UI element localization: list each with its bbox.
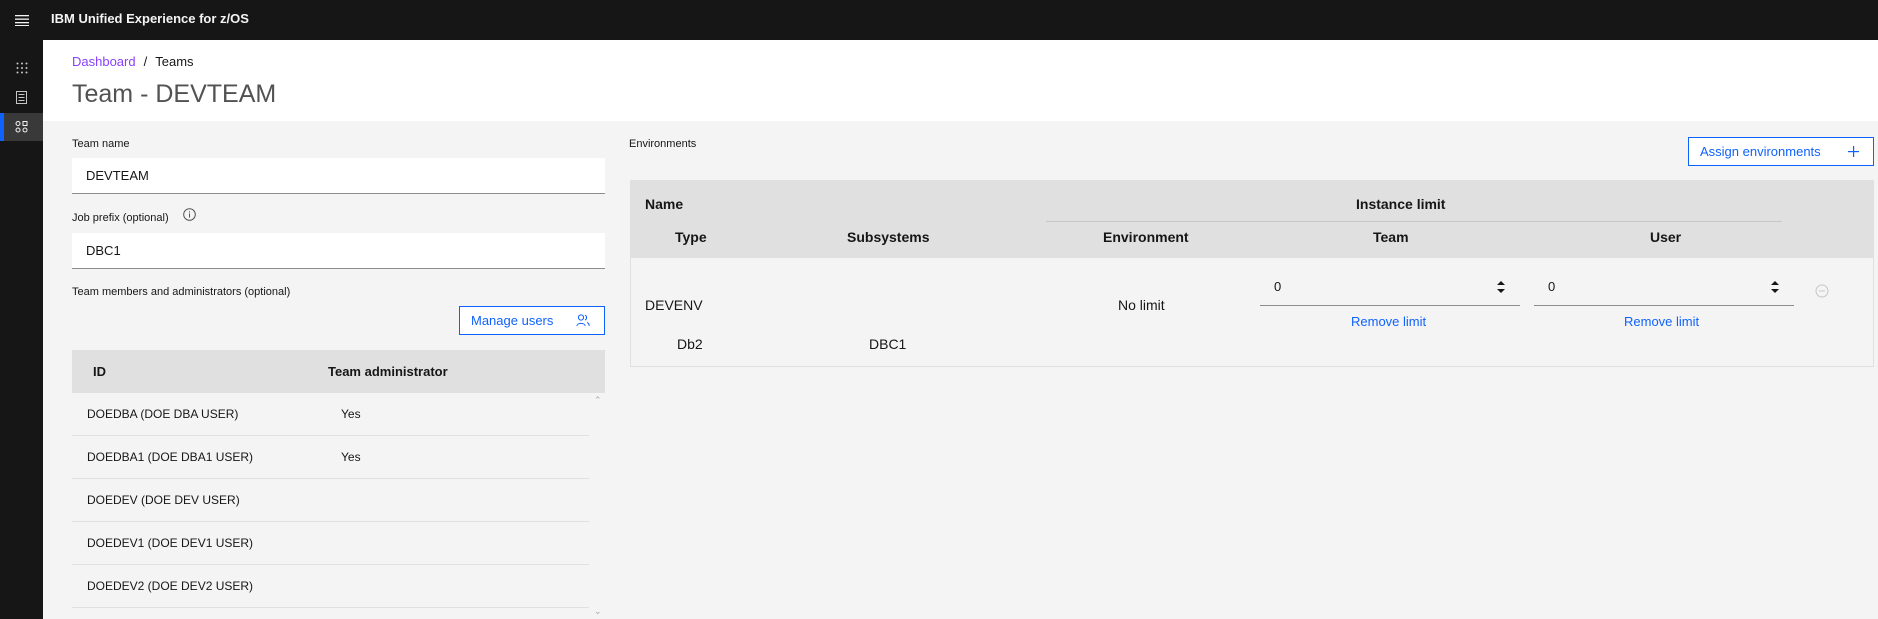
environments-table: Name Instance limit Type Subsystems Envi… [630,180,1874,367]
remove-user-limit-link[interactable]: Remove limit [1624,314,1699,329]
user-limit-value: 0 [1548,279,1556,294]
environments-table-header: Name Instance limit Type Subsystems Envi… [631,181,1873,258]
column-header-name: Name [645,196,684,212]
environment-name-cell: DEVENV [645,297,703,313]
job-prefix-label: Job prefix (optional) [72,212,169,224]
member-id-cell: DOEDEV2 (DOE DEV2 USER) [87,579,254,593]
table-row[interactable]: DOEDEV2 (DOE DEV2 USER) [72,565,589,608]
breadcrumb: Dashboard / Teams [72,54,194,69]
stepper-icon[interactable] [1496,278,1506,296]
member-id-cell: DOEDEV1 (DOE DEV1 USER) [87,536,254,550]
header-divider [1046,221,1782,222]
remove-row-icon[interactable] [1815,284,1829,298]
members-scrollbar[interactable]: ⌃ ⌄ [591,393,605,619]
nav-dashboard[interactable] [0,54,43,82]
column-header-user: User [1650,229,1682,245]
menu-icon [14,15,29,26]
breadcrumb-separator: / [143,54,148,69]
app-grid-icon [16,62,27,74]
team-name-label: Team name [72,138,130,150]
side-nav [0,40,43,619]
hamburger-menu-button[interactable] [0,0,43,40]
page-title: Team - DEVTEAM [72,80,277,108]
member-id-cell: DOEDBA (DOE DBA USER) [87,407,239,421]
manage-users-button[interactable]: Manage users [459,306,605,335]
column-header-id[interactable]: ID [72,364,328,379]
column-header-instance-limit: Instance limit [1356,196,1446,212]
column-header-subsystems: Subsystems [847,229,930,245]
member-id-cell: DOEDEV (DOE DEV USER) [87,493,240,507]
user-limit-input[interactable]: 0 [1534,270,1794,306]
breadcrumb-dashboard-link[interactable]: Dashboard [72,54,136,69]
assign-environments-label: Assign environments [1700,144,1821,159]
add-icon [1848,146,1859,157]
page-header: Dashboard / Teams Team - DEVTEAM [43,40,1878,121]
member-admin-cell: Yes [341,450,361,464]
members-table-header: ID Team administrator [72,350,605,393]
members-label: Team members and administrators (optiona… [72,286,291,298]
scroll-down-icon[interactable]: ⌄ [594,606,602,617]
user-group-icon [576,314,590,327]
scroll-up-icon[interactable]: ⌃ [594,395,602,406]
team-limit-value: 0 [1274,279,1282,294]
app-title: IBM Unified Experience for z/OS [51,11,249,26]
assign-environments-button[interactable]: Assign environments [1688,137,1874,166]
members-table-body[interactable]: DOEDBA (DOE DBA USER) Yes DOEDBA1 (DOE D… [72,393,605,619]
environment-type-cell: Db2 [677,336,703,352]
column-header-team-administrator[interactable]: Team administrator [328,364,448,379]
column-header-team: Team [1373,229,1409,245]
stepper-icon[interactable] [1770,278,1780,296]
column-header-environment: Environment [1103,229,1189,245]
remove-team-limit-link[interactable]: Remove limit [1351,314,1426,329]
nav-teams[interactable] [0,113,43,141]
team-limit-input[interactable]: 0 [1260,270,1520,306]
column-header-type: Type [675,229,707,245]
table-row[interactable]: DOEDEV1 (DOE DEV1 USER) [72,522,589,565]
member-id-cell: DOEDBA1 (DOE DBA1 USER) [87,450,254,464]
environments-label: Environments [629,138,697,150]
top-bar: IBM Unified Experience for z/OS [0,0,1878,40]
teams-icon [15,121,28,133]
manage-users-label: Manage users [471,313,554,328]
environment-limit-cell: No limit [1118,297,1165,313]
table-row[interactable]: DOEDBA (DOE DBA USER) Yes [72,393,589,436]
info-icon[interactable] [183,208,196,221]
nav-documents[interactable] [0,83,43,111]
job-prefix-input[interactable]: DBC1 [72,233,605,269]
document-icon [16,90,27,104]
breadcrumb-current: Teams [155,54,194,69]
team-name-input[interactable]: DEVTEAM [72,158,605,194]
member-admin-cell: Yes [341,407,361,421]
environment-subsystems-cell: DBC1 [869,336,907,352]
table-row[interactable]: DOEDBA1 (DOE DBA1 USER) Yes [72,436,589,479]
table-row[interactable]: DOEDEV (DOE DEV USER) [72,479,589,522]
members-table: ID Team administrator DOEDBA (DOE DBA US… [72,350,605,619]
